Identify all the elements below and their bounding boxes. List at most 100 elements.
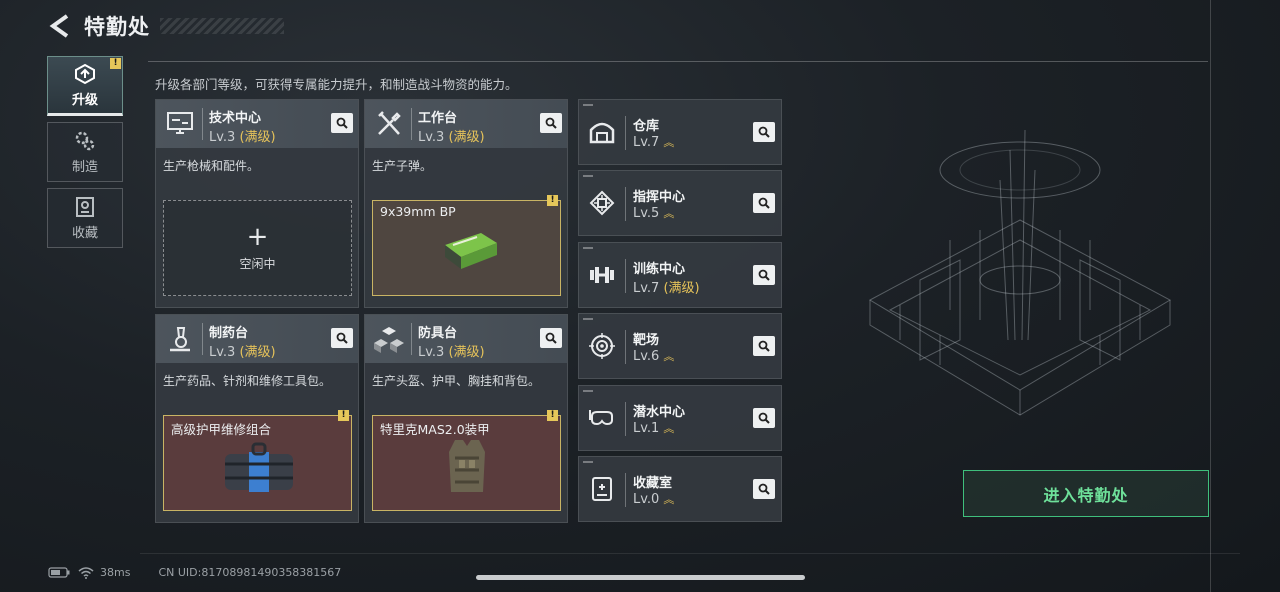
- room-level: Lv.6 ︽: [633, 349, 674, 364]
- search-icon: [336, 117, 348, 129]
- nav-item-label: 制造: [71, 159, 98, 175]
- notification-badge: !: [547, 410, 558, 421]
- enter-special-ops-button[interactable]: 进入特勤处: [963, 470, 1209, 517]
- inspect-button[interactable]: [753, 265, 775, 285]
- production-slot-item[interactable]: ! 9x39mm BP: [372, 195, 561, 296]
- status-bar: 38ms CN UID:817089814903583815​67: [48, 566, 341, 579]
- card-title: 工作台: [418, 111, 458, 126]
- display-case-icon: [584, 471, 620, 507]
- target-icon: [584, 328, 620, 364]
- battery-icon: [48, 567, 70, 578]
- inspect-button[interactable]: [753, 408, 775, 428]
- room-training-center[interactable]: 训练中心 Lv.7 (满级): [578, 242, 782, 308]
- nav-item-collection[interactable]: 收藏: [47, 188, 123, 248]
- inspect-button[interactable]: [331, 328, 353, 348]
- item-name: 特里克MAS2.0装甲: [380, 422, 490, 437]
- room-name: 收藏室: [633, 476, 673, 491]
- corner-tick: [583, 247, 593, 249]
- corner-tick: [583, 318, 593, 320]
- room-warehouse[interactable]: 仓库 Lv.7 ︽: [578, 99, 782, 165]
- search-icon: [758, 412, 770, 424]
- card-header: 防具台 Lv.3 (满级): [365, 315, 567, 363]
- search-icon: [545, 117, 557, 129]
- room-level: Lv.5 ︽: [633, 206, 674, 221]
- divider: [625, 187, 626, 221]
- divider: [202, 108, 203, 140]
- search-icon: [758, 483, 770, 495]
- card-description: 生产头盔、护甲、胸挂和背包。: [372, 374, 541, 388]
- inspect-button[interactable]: [753, 336, 775, 356]
- card-level: Lv.3 (满级): [209, 130, 276, 145]
- back-button[interactable]: [48, 12, 72, 40]
- inspect-button[interactable]: [753, 193, 775, 213]
- card-armor-bench: 防具台 Lv.3 (满级) 生产头盔、护甲、胸挂和背包。 ! 特里克MAS2.0…: [364, 314, 568, 523]
- upgrade-available-icon: ︽: [663, 207, 674, 220]
- header-rule: [148, 61, 1208, 62]
- search-icon: [758, 340, 770, 352]
- page-subtitle: 升级各部门等级，可获得专属能力提升，和制造战斗物资的能力。: [155, 77, 518, 92]
- armor-vest-image: [449, 440, 485, 492]
- inspect-button[interactable]: [540, 113, 562, 133]
- nav-item-upgrade[interactable]: ! 升级: [47, 56, 123, 116]
- card-pharmacy: 制药台 Lv.3 (满级) 生产药品、针剂和维修工具包。 ! 高级护甲维修组合: [155, 314, 359, 523]
- nav-item-label: 收藏: [71, 225, 98, 241]
- room-collection-room[interactable]: 收藏室 Lv.0 ︽: [578, 456, 782, 522]
- search-icon: [545, 332, 557, 344]
- tools-icon: [371, 106, 407, 142]
- room-level: Lv.0 ︽: [633, 492, 674, 507]
- room-level: Lv.7 ︽: [633, 135, 674, 150]
- production-slot-item[interactable]: ! 高级护甲维修组合: [163, 410, 352, 511]
- inspect-button[interactable]: [540, 328, 562, 348]
- inspect-button[interactable]: [753, 122, 775, 142]
- upgrade-available-icon: ︽: [663, 350, 674, 363]
- divider: [202, 323, 203, 355]
- collection-icon: [76, 196, 94, 217]
- card-tech-center: 技术中心 Lv.3 (满级) 生产枪械和配件。 + 空闲中: [155, 99, 359, 308]
- title-stripe-decoration: [160, 18, 284, 34]
- corner-tick: [583, 104, 593, 106]
- card-description: 生产枪械和配件。: [163, 159, 260, 173]
- upgrade-available-icon: ︽: [663, 493, 674, 506]
- room-command-center[interactable]: 指挥中心 Lv.5 ︽: [578, 170, 782, 236]
- dumbbell-icon: [584, 257, 620, 293]
- card-title: 防具台: [418, 326, 458, 341]
- room-shooting-range[interactable]: 靶场 Lv.6 ︽: [578, 313, 782, 379]
- uid-text: CN UID:817089814903583815​67: [158, 566, 342, 579]
- nav-item-craft[interactable]: 制造: [47, 122, 123, 182]
- microscope-icon: [162, 321, 198, 357]
- card-header: 制药台 Lv.3 (满级): [156, 315, 358, 363]
- notification-badge: !: [338, 410, 349, 421]
- search-icon: [758, 269, 770, 281]
- warehouse-icon: [584, 114, 620, 150]
- inspect-button[interactable]: [331, 113, 353, 133]
- upgrade-available-icon: ︽: [663, 136, 674, 149]
- enter-button-label: 进入特勤处: [1043, 485, 1129, 505]
- monitor-icon: [162, 106, 198, 142]
- card-workbench: 工作台 Lv.3 (满级) 生产子弹。 ! 9x39mm BP: [364, 99, 568, 308]
- card-level: Lv.3 (满级): [418, 130, 485, 145]
- item-name: 高级护甲维修组合: [171, 422, 272, 437]
- inspect-button[interactable]: [753, 479, 775, 499]
- bg-divider: [1210, 0, 1211, 592]
- card-header: 工作台 Lv.3 (满级): [365, 100, 567, 148]
- divider: [625, 259, 626, 293]
- empty-production-slot[interactable]: + 空闲中: [163, 200, 352, 296]
- divider: [625, 473, 626, 507]
- wifi-icon: [78, 566, 94, 579]
- divider: [411, 108, 412, 140]
- ping-text: 38ms: [100, 566, 131, 579]
- room-name: 靶场: [633, 333, 660, 348]
- card-header: 技术中心 Lv.3 (满级): [156, 100, 358, 148]
- divider: [411, 323, 412, 355]
- upgrade-available-icon: ︽: [663, 422, 674, 435]
- diving-mask-icon: [584, 400, 620, 436]
- production-slot-item[interactable]: ! 特里克MAS2.0装甲: [372, 410, 561, 511]
- search-icon: [758, 197, 770, 209]
- home-indicator[interactable]: [476, 575, 805, 580]
- card-description: 生产子弹。: [372, 159, 433, 173]
- corner-tick: [583, 461, 593, 463]
- room-diving-center[interactable]: 潜水中心 Lv.1 ︽: [578, 385, 782, 451]
- plus-icon: +: [246, 221, 269, 252]
- card-level: Lv.3 (满级): [209, 345, 276, 360]
- corner-tick: [583, 390, 593, 392]
